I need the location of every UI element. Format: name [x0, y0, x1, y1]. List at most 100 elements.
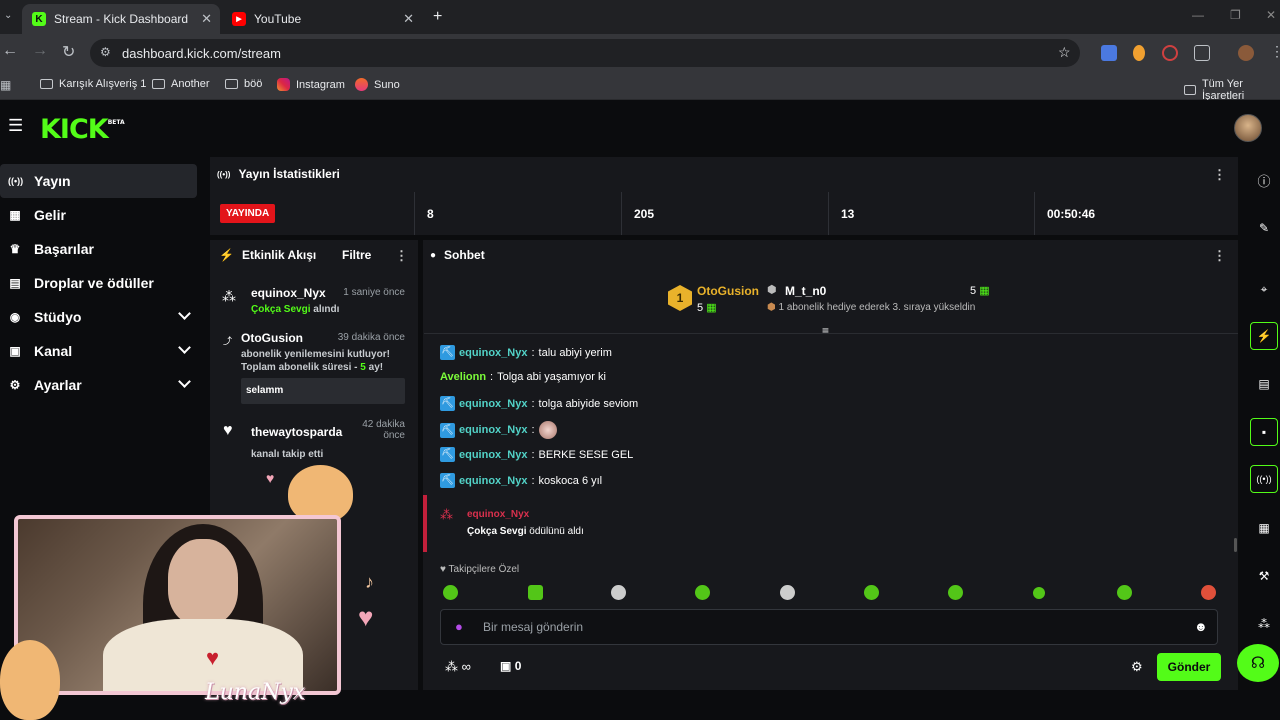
tab-search-icon[interactable]: ⌄: [4, 10, 12, 21]
pickaxe-badge-icon: ⛏: [440, 345, 455, 360]
points-icon: ⁂: [445, 659, 458, 674]
bookmark-folder[interactable]: böö: [225, 78, 262, 90]
gifter-count: 5 ▦: [970, 285, 990, 297]
folder-icon: [225, 79, 238, 89]
collapse-pinned-icon[interactable]: ≡: [822, 324, 829, 338]
lightning-icon: ⚡: [219, 248, 234, 262]
browser-tab-youtube[interactable]: ▶ YouTube ✕: [222, 4, 422, 34]
bookmark-suno[interactable]: Suno: [355, 78, 400, 91]
lightning-icon[interactable]: ⚡: [1250, 322, 1278, 350]
channel-points[interactable]: ⁂ ∞: [445, 659, 471, 675]
browser-tab-kick[interactable]: K Stream - Kick Dashboard ✕: [22, 4, 220, 34]
forward-icon[interactable]: →: [32, 42, 48, 60]
extension-icon[interactable]: [1133, 45, 1145, 61]
gift-icon: ▤: [9, 276, 21, 290]
emote[interactable]: [528, 585, 543, 600]
stats-menu-icon[interactable]: ⋮: [1213, 167, 1226, 183]
emote[interactable]: [1201, 585, 1216, 600]
chat-bubble-icon[interactable]: ▪: [1250, 418, 1278, 446]
translate-extension-icon[interactable]: [1101, 45, 1117, 61]
chat-message: Avelionn: Tolga abi yaşamıyor ki: [440, 371, 606, 383]
new-tab-icon[interactable]: +: [433, 8, 442, 26]
event-username[interactable]: OtoGusion: [241, 331, 303, 345]
bookmark-instagram[interactable]: Instagram: [277, 78, 345, 91]
event-username[interactable]: equinox_Nyx: [251, 286, 326, 300]
emote[interactable]: [948, 585, 963, 600]
chat-message-input[interactable]: ● Bir mesaj gönderin ☻: [440, 609, 1218, 645]
gifter-note: ⬢ 1 abonelik hediye ederek 3. sıraya yük…: [767, 302, 976, 313]
emote[interactable]: [1033, 587, 1045, 599]
pickaxe-badge-icon: ⛏: [440, 396, 455, 411]
address-bar[interactable]: ⚙ dashboard.kick.com/stream ☆: [90, 39, 1080, 67]
chat-message: ⛏ equinox_Nyx: talu abiyi yerim: [440, 345, 612, 360]
layout-icon[interactable]: ▦: [1250, 514, 1278, 542]
edit-icon[interactable]: ✎: [1250, 214, 1278, 242]
youtube-favicon-icon: ▶: [232, 12, 246, 26]
filter-button[interactable]: Filtre: [342, 248, 371, 262]
close-tab-icon[interactable]: ✕: [201, 11, 212, 27]
close-tab-icon[interactable]: ✕: [403, 11, 414, 27]
leader-username[interactable]: OtoGusion: [697, 284, 759, 298]
bookmark-star-icon[interactable]: ☆: [1058, 44, 1071, 61]
store-icon: ▣: [500, 659, 512, 673]
emote[interactable]: [1117, 585, 1132, 600]
send-button[interactable]: Gönder: [1157, 653, 1221, 681]
all-bookmarks[interactable]: Tüm Yer İşaretleri: [1184, 78, 1280, 102]
gear-icon: ⚙: [9, 378, 21, 392]
chat-menu-icon[interactable]: ⋮: [1213, 248, 1226, 264]
sidebar-item-yayin[interactable]: ((•)) Yayın: [0, 164, 197, 198]
emote[interactable]: [443, 585, 458, 600]
reward-username[interactable]: equinox_Nyx: [467, 509, 529, 520]
broadcast-icon: ((•)): [217, 169, 231, 179]
gifter-username[interactable]: M_t_n0: [785, 284, 826, 298]
site-info-icon[interactable]: ⚙: [100, 45, 111, 59]
bookmark-folder[interactable]: Another: [152, 78, 210, 90]
bookmark-folder[interactable]: Karışık Alışveriş 1: [40, 78, 146, 90]
sidebar-item-kanal[interactable]: ▣ Kanal: [0, 334, 197, 368]
user-avatar[interactable]: [1234, 114, 1262, 142]
profile-avatar-icon[interactable]: [1238, 45, 1254, 61]
capture-icon[interactable]: ⌖: [1250, 275, 1278, 303]
maximize-icon[interactable]: ❐: [1230, 8, 1241, 22]
event-username[interactable]: thewaytosparda: [251, 425, 342, 439]
chat-settings-icon[interactable]: ⚙: [1131, 659, 1143, 675]
chat-bubble-icon: ●: [430, 249, 437, 261]
chevron-down-icon: [178, 375, 191, 388]
sidebar-item-studyo[interactable]: ◉ Stüdyo: [0, 300, 197, 334]
extension-icon[interactable]: [1162, 45, 1178, 61]
emoji-icon[interactable]: ☻: [1194, 619, 1208, 634]
broadcast-icon[interactable]: ((•)): [1250, 465, 1278, 493]
emote[interactable]: [780, 585, 795, 600]
sidebar-item-ayarlar[interactable]: ⚙ Ayarlar: [0, 368, 197, 402]
wrench-icon[interactable]: ⚒: [1250, 562, 1278, 590]
chat-scrollbar[interactable]: [1234, 538, 1237, 552]
pickaxe-badge-icon: ⛏: [440, 473, 455, 488]
kick-logo[interactable]: KICKBETA: [40, 114, 125, 145]
microphone-icon[interactable]: ●: [455, 619, 463, 634]
event-time: 1 saniye önce: [343, 287, 405, 298]
extensions-puzzle-icon[interactable]: [1194, 45, 1210, 61]
emote[interactable]: [864, 585, 879, 600]
store-count[interactable]: ▣ 0: [500, 659, 521, 673]
sidebar-item-gelir[interactable]: ▦ Gelir: [0, 198, 197, 232]
emote[interactable]: [611, 585, 626, 600]
document-icon[interactable]: ▤: [1250, 370, 1278, 398]
browser-menu-icon[interactable]: ⋮: [1270, 43, 1280, 60]
reload-icon[interactable]: ↻: [62, 42, 75, 62]
apps-grid-icon[interactable]: ▦: [0, 78, 11, 92]
sidebar-item-basarilar[interactable]: ♛ Başarılar: [0, 232, 197, 266]
sidebar-item-droplar[interactable]: ▤ Droplar ve ödüller: [0, 266, 197, 300]
music-note-icon: ♪: [365, 572, 374, 592]
window-close-icon[interactable]: ✕: [1266, 8, 1276, 22]
support-headset-icon[interactable]: ☊: [1237, 644, 1279, 682]
activity-header: ⚡ Etkinlik Akışı: [219, 248, 317, 262]
hamburger-menu-icon[interactable]: ☰: [8, 116, 23, 136]
live-badge: YAYINDA: [220, 204, 276, 223]
activity-menu-icon[interactable]: ⋮: [395, 248, 408, 264]
emote-image: [538, 421, 557, 439]
info-icon[interactable]: ⓘ: [1250, 166, 1278, 194]
emote[interactable]: [695, 585, 710, 600]
back-icon[interactable]: ←: [2, 42, 18, 60]
rewards-icon[interactable]: ⁂: [1250, 610, 1278, 638]
minimize-icon[interactable]: —: [1192, 8, 1204, 22]
